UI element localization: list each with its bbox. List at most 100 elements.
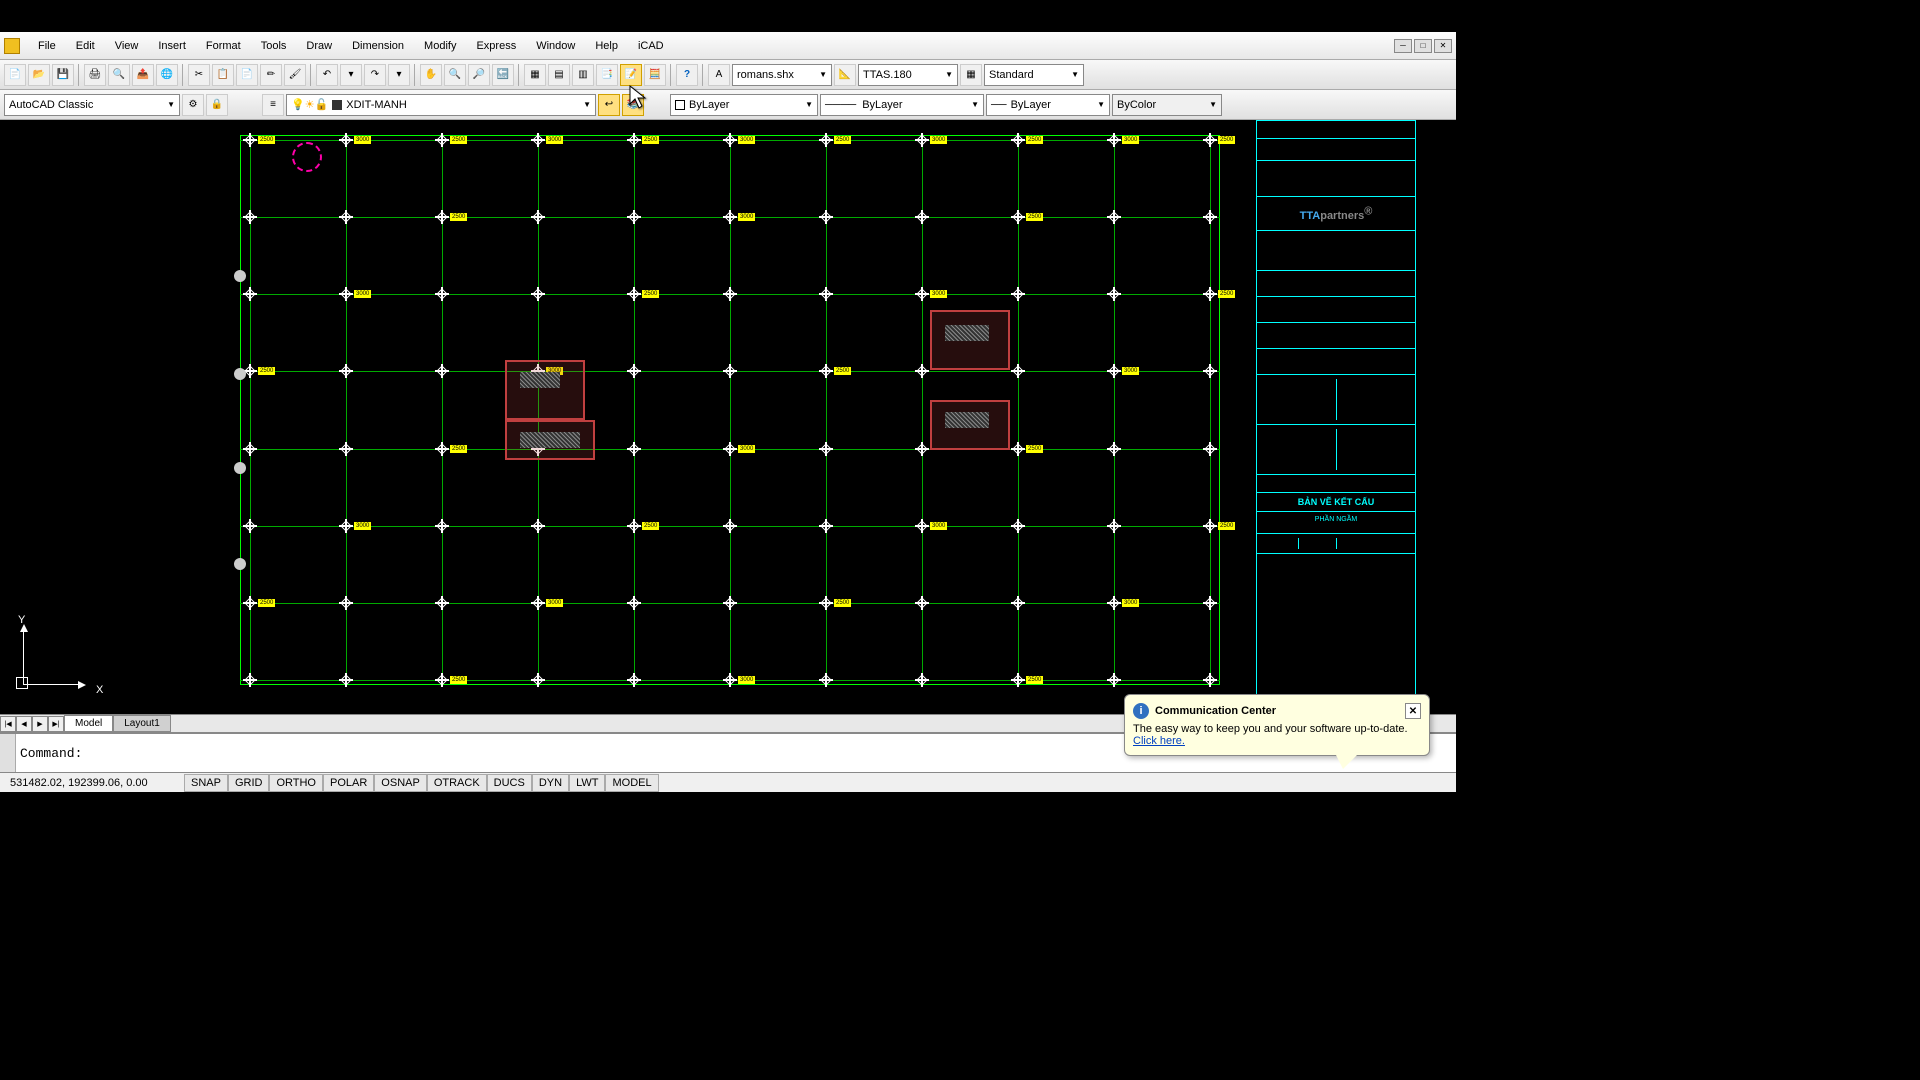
- redo-arrow-icon[interactable]: ▾: [388, 64, 410, 86]
- brush-icon[interactable]: 🖌: [284, 64, 306, 86]
- column-marker: [435, 133, 449, 147]
- menu-tools[interactable]: Tools: [251, 36, 297, 56]
- new-icon[interactable]: 📄: [4, 64, 26, 86]
- maximize-button[interactable]: □: [1414, 39, 1432, 53]
- section-marker: [234, 462, 246, 474]
- menu-express[interactable]: Express: [466, 36, 526, 56]
- design-center-icon[interactable]: ▤: [548, 64, 570, 86]
- menu-file[interactable]: File: [28, 36, 66, 56]
- copy-icon[interactable]: 📋: [212, 64, 234, 86]
- linetype-dropdown[interactable]: ──── ByLayer ▼: [820, 94, 984, 116]
- workspace-settings-icon[interactable]: ⚙: [182, 94, 204, 116]
- tab-layout1[interactable]: Layout1: [113, 715, 171, 732]
- menu-view[interactable]: View: [105, 36, 149, 56]
- text-style-dropdown[interactable]: romans.shx ▼: [732, 64, 832, 86]
- menu-edit[interactable]: Edit: [66, 36, 105, 56]
- cut-icon[interactable]: ✂: [188, 64, 210, 86]
- lwt-toggle[interactable]: LWT: [569, 774, 605, 792]
- ducs-toggle[interactable]: DUCS: [487, 774, 532, 792]
- plot-icon[interactable]: 🌐: [156, 64, 178, 86]
- tab-next-icon[interactable]: ▶: [32, 716, 48, 732]
- layer-previous-icon[interactable]: ↩: [598, 94, 620, 116]
- zoom-window-icon[interactable]: 🔎: [468, 64, 490, 86]
- print-icon[interactable]: 🖨: [84, 64, 106, 86]
- drawing-canvas[interactable]: 2500250025003000300030002500250025002500…: [0, 120, 1456, 714]
- model-toggle[interactable]: MODEL: [605, 774, 658, 792]
- tab-model[interactable]: Model: [64, 715, 113, 732]
- lineweight-dropdown[interactable]: ── ByLayer ▼: [986, 94, 1110, 116]
- osnap-toggle[interactable]: OSNAP: [374, 774, 427, 792]
- tool-palette-icon[interactable]: ▥: [572, 64, 594, 86]
- color-dropdown[interactable]: ByLayer ▼: [670, 94, 818, 116]
- layer-manager-icon[interactable]: ≡: [262, 94, 284, 116]
- dimension-label: 2500: [1026, 445, 1043, 453]
- plot-style-dropdown[interactable]: ByColor ▼: [1112, 94, 1222, 116]
- dimension-label: 3000: [1122, 367, 1139, 375]
- workspace-lock-icon[interactable]: 🔒: [206, 94, 228, 116]
- popup-link[interactable]: Click here.: [1133, 735, 1185, 747]
- calculator-icon[interactable]: 🧮: [644, 64, 666, 86]
- app-icon[interactable]: [4, 38, 20, 54]
- table-style-icon[interactable]: ▦: [960, 64, 982, 86]
- menu-window[interactable]: Window: [526, 36, 585, 56]
- layer-dropdown[interactable]: 💡 ☀ 🔓 XDIT-MANH ▼: [286, 94, 596, 116]
- preview-icon[interactable]: 🔍: [108, 64, 130, 86]
- dimension-label: 2500: [258, 367, 275, 375]
- column-marker: [435, 673, 449, 687]
- menu-draw[interactable]: Draw: [296, 36, 342, 56]
- menu-dimension[interactable]: Dimension: [342, 36, 414, 56]
- text-style-value: romans.shx: [737, 69, 794, 81]
- grid-toggle[interactable]: GRID: [228, 774, 270, 792]
- column-marker: [435, 210, 449, 224]
- snap-toggle[interactable]: SNAP: [184, 774, 228, 792]
- command-scrollbar[interactable]: [0, 734, 16, 772]
- open-icon[interactable]: 📂: [28, 64, 50, 86]
- column-marker: [339, 519, 353, 533]
- redo-icon[interactable]: ↷: [364, 64, 386, 86]
- column-marker: [915, 210, 929, 224]
- publish-icon[interactable]: 📤: [132, 64, 154, 86]
- properties-icon[interactable]: ▦: [524, 64, 546, 86]
- layer-state-icon[interactable]: 📚: [622, 94, 644, 116]
- tab-prev-icon[interactable]: ◀: [16, 716, 32, 732]
- otrack-toggle[interactable]: OTRACK: [427, 774, 487, 792]
- undo-icon[interactable]: ↶: [316, 64, 338, 86]
- ortho-toggle[interactable]: ORTHO: [269, 774, 323, 792]
- bulb-icon: 💡: [291, 98, 305, 111]
- menu-help[interactable]: Help: [585, 36, 628, 56]
- dimension-label: 3000: [738, 213, 755, 221]
- menu-insert[interactable]: Insert: [148, 36, 196, 56]
- dimension-label: 3000: [1122, 599, 1139, 607]
- chevron-down-icon: ▼: [583, 100, 591, 109]
- undo-arrow-icon[interactable]: ▾: [340, 64, 362, 86]
- close-icon[interactable]: ✕: [1405, 703, 1421, 719]
- column-marker: [531, 596, 545, 610]
- dim-style-icon[interactable]: 📐: [834, 64, 856, 86]
- menu-icad[interactable]: iCAD: [628, 36, 674, 56]
- tab-first-icon[interactable]: |◀: [0, 716, 16, 732]
- markup-icon[interactable]: 📝: [620, 64, 642, 86]
- menu-modify[interactable]: Modify: [414, 36, 466, 56]
- pan-icon[interactable]: ✋: [420, 64, 442, 86]
- dyn-toggle[interactable]: DYN: [532, 774, 569, 792]
- help-icon[interactable]: ?: [676, 64, 698, 86]
- table-style-dropdown[interactable]: Standard ▼: [984, 64, 1084, 86]
- text-style-icon[interactable]: A: [708, 64, 730, 86]
- paste-icon[interactable]: 📄: [236, 64, 258, 86]
- workspace-dropdown[interactable]: AutoCAD Classic ▼: [4, 94, 180, 116]
- tab-last-icon[interactable]: ▶|: [48, 716, 64, 732]
- column-marker: [627, 133, 641, 147]
- zoom-previous-icon[interactable]: 🔙: [492, 64, 514, 86]
- close-button[interactable]: ✕: [1434, 39, 1452, 53]
- sheet-set-icon[interactable]: 📑: [596, 64, 618, 86]
- column-marker: [819, 673, 833, 687]
- save-icon[interactable]: 💾: [52, 64, 74, 86]
- zoom-realtime-icon[interactable]: 🔍: [444, 64, 466, 86]
- menu-format[interactable]: Format: [196, 36, 251, 56]
- polar-toggle[interactable]: POLAR: [323, 774, 374, 792]
- column-marker: [723, 442, 737, 456]
- minimize-button[interactable]: ─: [1394, 39, 1412, 53]
- match-icon[interactable]: ✏: [260, 64, 282, 86]
- status-bar: 531482.02, 192399.06, 0.00 SNAP GRID ORT…: [0, 772, 1456, 792]
- dim-style-dropdown[interactable]: TTAS.180 ▼: [858, 64, 958, 86]
